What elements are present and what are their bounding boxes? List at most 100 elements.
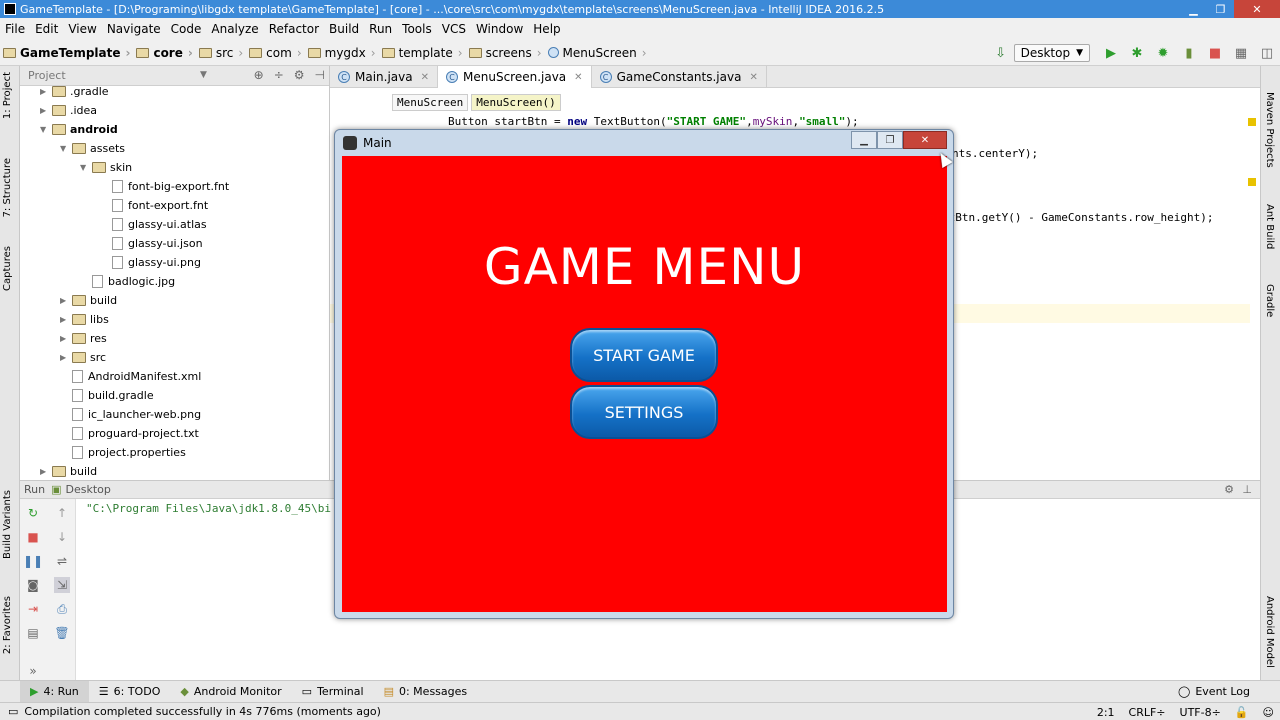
- menu-vcs[interactable]: VCS: [437, 22, 471, 36]
- tab-gameconstants-java[interactable]: C GameConstants.java ✕: [592, 66, 767, 88]
- layout-icon[interactable]: ▤: [25, 625, 41, 641]
- run-icon[interactable]: ▶: [1103, 45, 1119, 61]
- collapsed-arrow-icon[interactable]: ▶: [40, 106, 52, 115]
- collapsed-arrow-icon[interactable]: ▶: [40, 87, 52, 96]
- close-icon[interactable]: ✕: [574, 72, 582, 83]
- tree-item[interactable]: glassy-ui.atlas: [100, 215, 207, 234]
- tree-item[interactable]: ▼ assets: [60, 139, 125, 158]
- tree-item[interactable]: font-big-export.fnt: [100, 177, 229, 196]
- tree-item[interactable]: AndroidManifest.xml: [60, 367, 201, 386]
- exit-icon[interactable]: ⇥: [25, 601, 41, 617]
- collapsed-arrow-icon[interactable]: ▶: [60, 315, 72, 324]
- tree-item[interactable]: ▶ src: [60, 348, 106, 367]
- tool-tab-structure[interactable]: 7: Structure: [2, 158, 13, 217]
- tree-item[interactable]: build.gradle: [60, 386, 154, 405]
- expanded-arrow-icon[interactable]: ▼: [60, 144, 72, 153]
- gear-icon[interactable]: ⚙: [294, 68, 305, 82]
- up-arrow-icon[interactable]: ↑: [54, 505, 70, 521]
- collapsed-arrow-icon[interactable]: ▶: [60, 296, 72, 305]
- menu-build[interactable]: Build: [324, 22, 364, 36]
- editor-crumb-class[interactable]: MenuScreen: [392, 94, 469, 111]
- editor-crumb-method[interactable]: MenuScreen(): [471, 94, 561, 111]
- close-button[interactable]: ✕: [1234, 0, 1280, 18]
- tool-tab-maven[interactable]: Maven Projects: [1264, 92, 1275, 168]
- project-view-label[interactable]: Project: [28, 69, 66, 82]
- game-maximize-button[interactable]: ❐: [877, 131, 903, 149]
- menu-code[interactable]: Code: [166, 22, 207, 36]
- tree-item[interactable]: ▶ .gradle: [40, 82, 109, 101]
- tool-tab-android-model[interactable]: Android Model: [1264, 596, 1275, 668]
- run-config-tab[interactable]: Desktop: [66, 483, 111, 496]
- tree-item[interactable]: proguard-project.txt: [60, 424, 199, 443]
- locate-icon[interactable]: ⊕: [254, 68, 264, 82]
- tree-item[interactable]: ic_launcher-web.png: [60, 405, 201, 424]
- tool-tab-event-log[interactable]: ◯ Event Log: [1168, 681, 1260, 703]
- lock-icon[interactable]: 🔓: [1235, 706, 1249, 719]
- tree-item[interactable]: ▼ skin: [80, 158, 132, 177]
- tool-tab-run[interactable]: ▶ 4: Run: [20, 680, 89, 703]
- tool-tab-messages[interactable]: ▤ 0: Messages: [374, 681, 478, 703]
- stop-icon[interactable]: ■: [25, 529, 41, 545]
- settings-button[interactable]: SETTINGS: [570, 385, 718, 439]
- tree-item[interactable]: glassy-ui.png: [100, 253, 201, 272]
- line-separator[interactable]: CRLF÷: [1129, 706, 1166, 719]
- menu-window[interactable]: Window: [471, 22, 528, 36]
- scroll-end-icon[interactable]: ⇲: [54, 577, 70, 593]
- breadcrumb-screens[interactable]: screens ›: [466, 46, 545, 60]
- menu-tools[interactable]: Tools: [397, 22, 437, 36]
- menu-refactor[interactable]: Refactor: [264, 22, 324, 36]
- debug-icon[interactable]: ✱: [1129, 45, 1145, 61]
- tree-item[interactable]: ▶ res: [60, 329, 107, 348]
- close-icon[interactable]: ✕: [749, 72, 757, 83]
- breadcrumb-mygdx[interactable]: mygdx ›: [305, 46, 379, 60]
- expanded-arrow-icon[interactable]: ▼: [80, 163, 92, 172]
- tool-tab-build-variants[interactable]: Build Variants: [2, 490, 13, 559]
- menu-file[interactable]: File: [0, 22, 30, 36]
- more-icon[interactable]: »: [25, 663, 41, 679]
- tree-item[interactable]: project.properties: [60, 443, 186, 462]
- collapsed-arrow-icon[interactable]: ▶: [60, 334, 72, 343]
- breadcrumb-menuscreen[interactable]: MenuScreen ›: [545, 46, 650, 60]
- camera-icon[interactable]: ◙: [25, 577, 41, 593]
- menu-run[interactable]: Run: [364, 22, 397, 36]
- minimize-button[interactable]: ▁: [1180, 0, 1207, 18]
- android-device-icon[interactable]: ▮: [1181, 45, 1197, 61]
- warning-marker[interactable]: [1248, 178, 1256, 186]
- tree-item[interactable]: ▼ android: [40, 120, 118, 139]
- close-icon[interactable]: ✕: [421, 72, 429, 83]
- game-window[interactable]: Main ▁ ❐ ✕ GAME MENU START GAME SETTINGS: [334, 129, 954, 619]
- breadcrumb-template[interactable]: template ›: [379, 46, 466, 60]
- game-minimize-button[interactable]: ▁: [851, 131, 877, 149]
- chevron-down-icon[interactable]: ▼: [200, 70, 207, 80]
- hide-icon[interactable]: ⊥: [1242, 483, 1252, 496]
- breadcrumb-com[interactable]: com ›: [246, 46, 304, 60]
- sdk-manager-icon[interactable]: ◫: [1259, 45, 1275, 61]
- stop-icon[interactable]: ■: [1207, 45, 1223, 61]
- collapsed-arrow-icon[interactable]: ▶: [40, 467, 52, 476]
- rerun-icon[interactable]: ↻: [25, 505, 41, 521]
- tree-item[interactable]: glassy-ui.json: [100, 234, 203, 253]
- tree-item[interactable]: ▶ build: [40, 462, 97, 481]
- coverage-icon[interactable]: ✹: [1155, 45, 1171, 61]
- breadcrumb-gametemplate[interactable]: GameTemplate ›: [0, 46, 133, 60]
- expanded-arrow-icon[interactable]: ▼: [40, 125, 52, 134]
- tool-tab-project[interactable]: 1: Project: [2, 72, 13, 119]
- tree-item[interactable]: ▶ .idea: [40, 101, 97, 120]
- tool-tab-ant[interactable]: Ant Build: [1264, 204, 1275, 249]
- menu-help[interactable]: Help: [528, 22, 565, 36]
- menu-edit[interactable]: Edit: [30, 22, 63, 36]
- maximize-button[interactable]: ❐: [1207, 0, 1234, 18]
- hide-icon[interactable]: ⊣: [315, 68, 325, 82]
- tree-item[interactable]: font-export.fnt: [100, 196, 208, 215]
- game-close-button[interactable]: ✕: [903, 131, 947, 149]
- collapse-icon[interactable]: ÷: [274, 68, 284, 82]
- menu-view[interactable]: View: [63, 22, 101, 36]
- breadcrumb-core[interactable]: core ›: [133, 46, 195, 60]
- make-project-icon[interactable]: ⇩: [993, 45, 1009, 61]
- tree-item[interactable]: badlogic.jpg: [80, 272, 175, 291]
- pause-icon[interactable]: ❚❚: [23, 553, 43, 569]
- print-icon[interactable]: ⎙: [54, 601, 70, 617]
- soft-wrap-icon[interactable]: ⇌: [54, 553, 70, 569]
- status-message[interactable]: Compilation completed successfully in 4s…: [24, 705, 381, 718]
- menu-analyze[interactable]: Analyze: [206, 22, 263, 36]
